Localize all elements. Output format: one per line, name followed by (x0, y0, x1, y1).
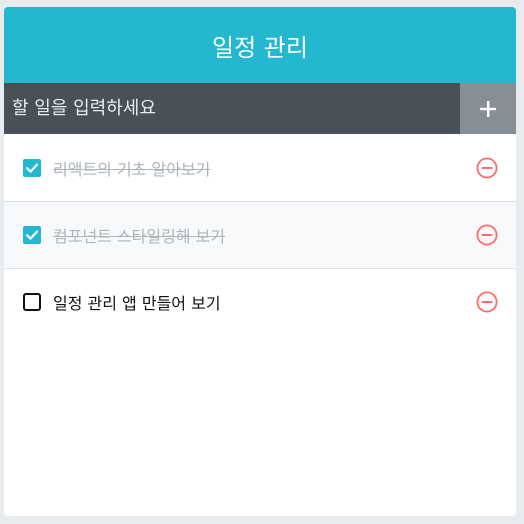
todo-item: 리액트의 기초 알아보기 (4, 134, 516, 201)
todo-insert-form (4, 83, 516, 134)
checkbox-checked-icon (22, 225, 42, 245)
add-todo-button[interactable] (460, 83, 516, 134)
todo-text: 일정 관리 앱 만들어 보기 (53, 294, 221, 313)
checkbox-checked-icon (22, 158, 42, 178)
app-title: 일정 관리 (4, 7, 516, 83)
todo-item: 컴포넌트 스타일링해 보기 (4, 201, 516, 268)
remove-circle-icon (476, 156, 498, 179)
remove-circle-icon (476, 291, 498, 313)
remove-todo-button[interactable] (474, 155, 500, 181)
remove-todo-button[interactable] (474, 222, 500, 248)
todo-list: 리액트의 기초 알아보기 컴포넌트 스타일링해 보기 일정 관리 앱 만들어 보… (4, 134, 516, 335)
checkbox-blank-icon (22, 292, 42, 312)
remove-circle-icon (476, 224, 498, 246)
todo-input[interactable] (4, 83, 460, 134)
todo-template: 일정 관리 리액트의 기초 알아보기 (4, 7, 516, 516)
todo-checkbox[interactable]: 컴포넌트 스타일링해 보기 (22, 223, 474, 247)
todo-text: 컴포넌트 스타일링해 보기 (53, 227, 226, 246)
todo-text: 리액트의 기초 알아보기 (53, 159, 211, 179)
todo-item: 일정 관리 앱 만들어 보기 (4, 268, 516, 335)
todo-checkbox[interactable]: 일정 관리 앱 만들어 보기 (22, 290, 474, 314)
remove-todo-button[interactable] (474, 289, 500, 315)
plus-icon (480, 100, 496, 117)
todo-checkbox[interactable]: 리액트의 기초 알아보기 (22, 156, 474, 180)
